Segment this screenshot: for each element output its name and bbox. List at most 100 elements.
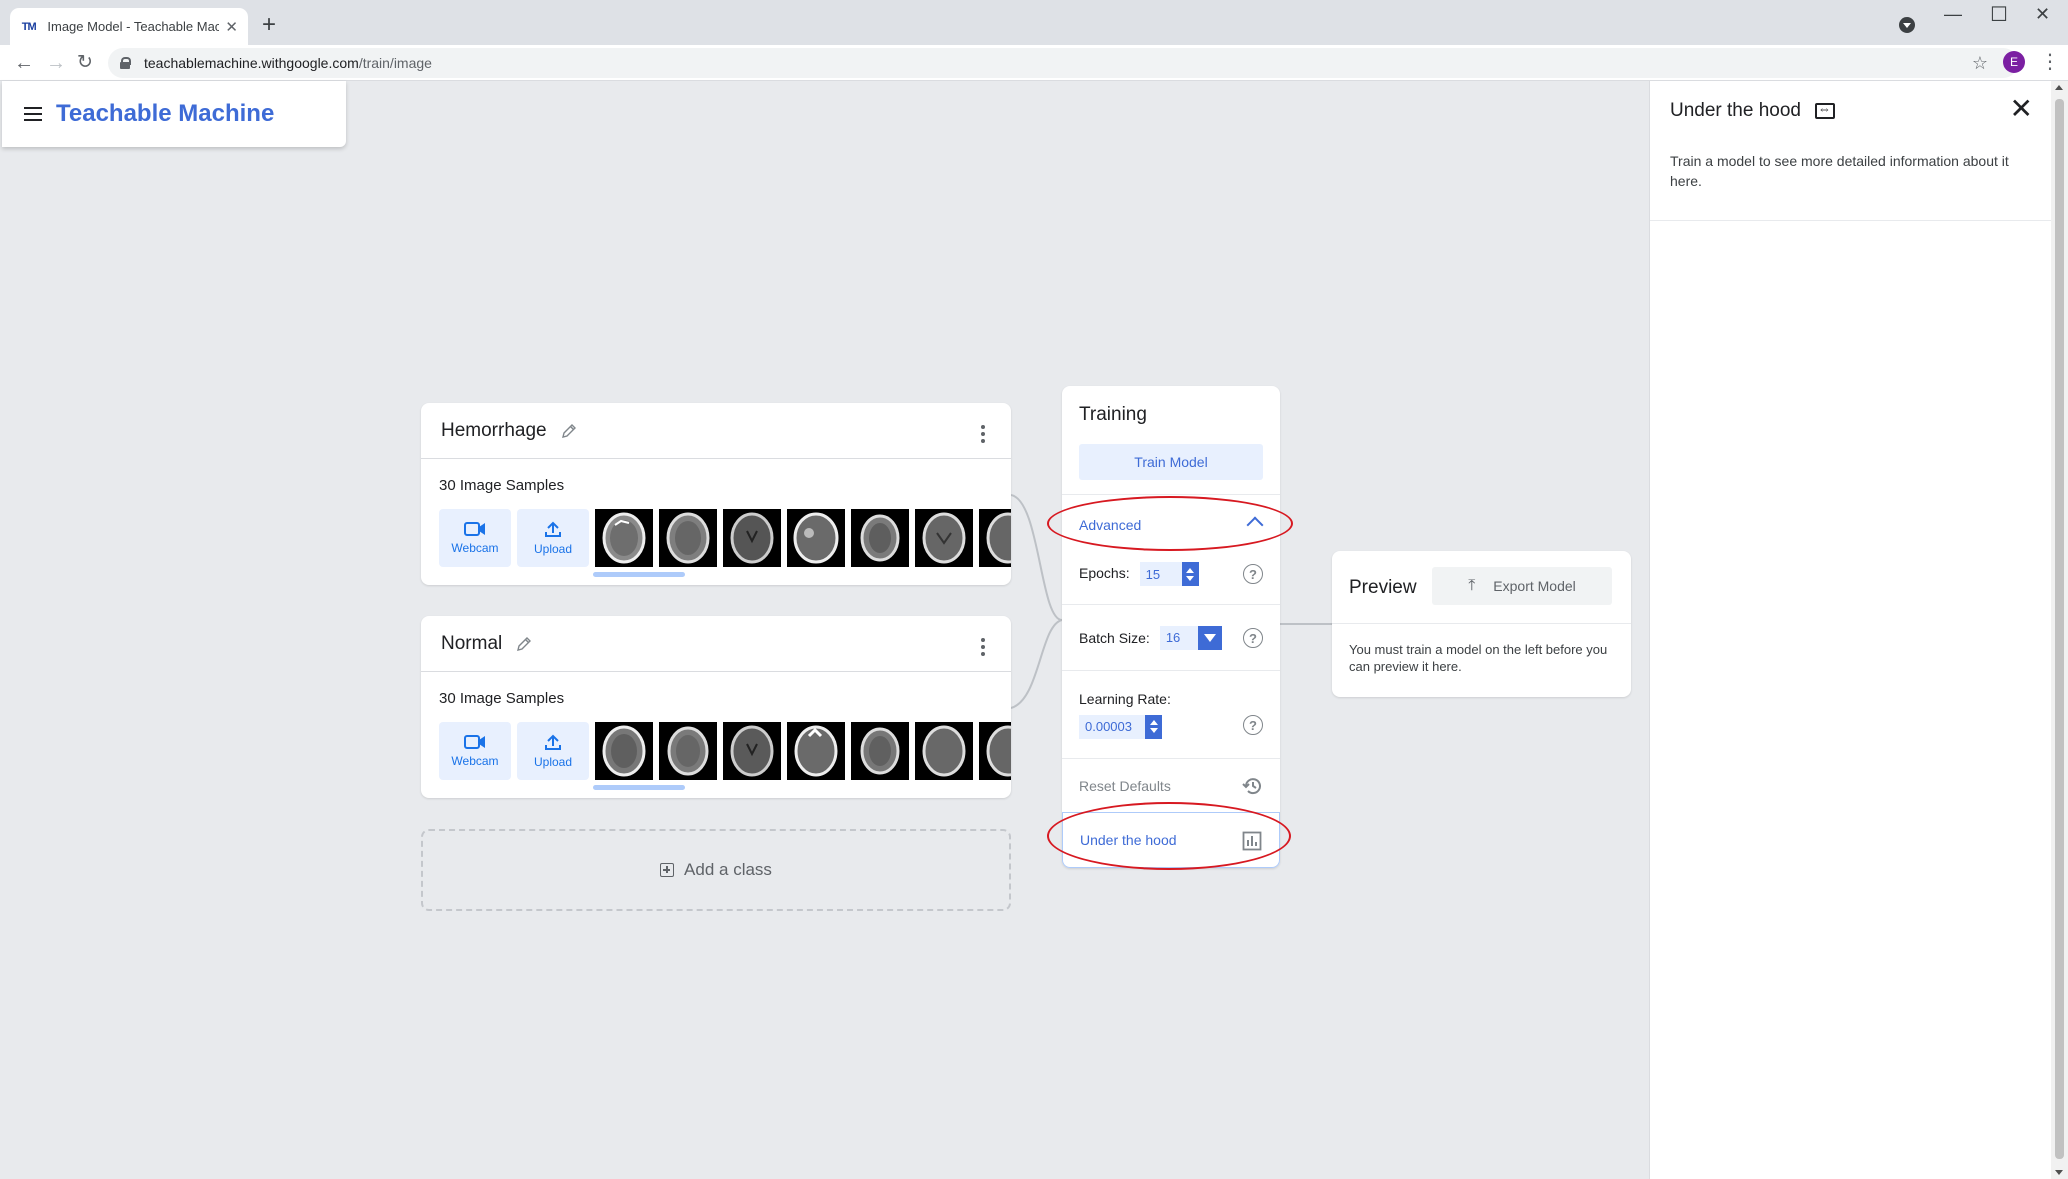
learning-rate-input[interactable]: 0.00003 bbox=[1079, 714, 1162, 739]
learning-rate-stepper[interactable] bbox=[1145, 714, 1162, 739]
webcam-button[interactable]: Webcam bbox=[439, 722, 511, 780]
advanced-toggle[interactable]: Advanced bbox=[1062, 494, 1280, 554]
browser-menu-icon[interactable]: ⋮ bbox=[2040, 49, 2060, 74]
sample-thumbnail[interactable] bbox=[851, 722, 909, 780]
new-tab-icon[interactable]: + bbox=[262, 13, 276, 37]
learning-rate-value[interactable]: 0.00003 bbox=[1079, 714, 1145, 739]
under-the-hood-button[interactable]: Under the hood bbox=[1062, 812, 1280, 868]
upload-label: Upload bbox=[533, 542, 573, 556]
class-name[interactable]: Hemorrhage bbox=[441, 420, 547, 442]
dropdown-arrow-icon[interactable] bbox=[1197, 625, 1222, 650]
stepper-down-icon[interactable] bbox=[1186, 575, 1195, 581]
back-icon[interactable]: ← bbox=[14, 49, 34, 77]
stepper-down-icon[interactable] bbox=[1149, 728, 1158, 733]
under-the-hood-label: Under the hood bbox=[1080, 832, 1177, 848]
tab-search-icon[interactable] bbox=[1899, 17, 1915, 33]
learning-rate-row: Learning Rate: 0.00003 ? bbox=[1062, 670, 1280, 758]
minimize-icon[interactable]: — bbox=[1944, 4, 1962, 25]
sample-thumbnail[interactable] bbox=[723, 509, 781, 567]
add-class-button[interactable]: Add a class bbox=[421, 829, 1011, 911]
browser-tab[interactable]: TM Image Model - Teachable Machi ✕ bbox=[10, 8, 248, 45]
export-model-label: Export Model bbox=[1493, 578, 1576, 594]
upload-icon bbox=[545, 521, 561, 537]
sample-thumbnail[interactable] bbox=[659, 509, 717, 567]
sample-thumbnail[interactable] bbox=[979, 722, 1011, 780]
add-class-label: Add a class bbox=[684, 860, 772, 879]
class-card-hemorrhage: Hemorrhage 30 Image Samples Webcam Uploa… bbox=[421, 403, 1011, 585]
forward-icon[interactable]: → bbox=[46, 49, 66, 77]
side-panel-title: Under the hood bbox=[1670, 100, 1801, 121]
sample-thumbnail[interactable] bbox=[979, 509, 1011, 567]
profile-avatar[interactable]: E bbox=[2003, 51, 2025, 73]
scroll-up-icon[interactable] bbox=[2055, 85, 2063, 90]
side-panel-message: Train a model to see more detailed infor… bbox=[1650, 141, 2051, 221]
tab-title: Image Model - Teachable Machi bbox=[47, 19, 220, 34]
tab-close-icon[interactable]: ✕ bbox=[225, 18, 238, 36]
sample-thumbnail[interactable] bbox=[595, 722, 653, 780]
class-options-icon[interactable] bbox=[981, 425, 985, 443]
train-model-button[interactable]: Train Model bbox=[1079, 444, 1263, 480]
sample-count: 30 Image Samples bbox=[439, 477, 565, 494]
sample-thumbnail[interactable] bbox=[595, 509, 653, 567]
upload-icon bbox=[545, 734, 561, 750]
scroll-down-icon[interactable] bbox=[2055, 1170, 2063, 1175]
bar-chart-icon bbox=[1242, 831, 1262, 851]
webcam-icon bbox=[464, 735, 485, 749]
sample-thumbnail[interactable] bbox=[915, 722, 973, 780]
class-options-icon[interactable] bbox=[981, 638, 985, 656]
batch-size-row: Batch Size: 16 ? bbox=[1062, 604, 1280, 670]
preview-title: Preview bbox=[1349, 577, 1417, 598]
under-the-hood-panel: Under the hood ✕ Train a model to see mo… bbox=[1649, 81, 2051, 1179]
brand-title[interactable]: Teachable Machine bbox=[56, 100, 274, 128]
batch-size-value[interactable]: 16 bbox=[1159, 625, 1198, 650]
chevron-up-icon bbox=[1246, 516, 1264, 534]
epochs-value[interactable]: 15 bbox=[1139, 562, 1182, 586]
edit-pencil-icon[interactable] bbox=[561, 423, 577, 439]
sample-thumbnail[interactable] bbox=[723, 722, 781, 780]
expand-panel-icon[interactable] bbox=[1815, 101, 1835, 119]
sample-thumbnail[interactable] bbox=[915, 509, 973, 567]
sample-thumbnail[interactable] bbox=[851, 509, 909, 567]
samples-scrollbar[interactable] bbox=[593, 785, 685, 790]
reload-icon[interactable]: ↻ bbox=[77, 49, 93, 77]
sample-row: Webcam Upload bbox=[439, 509, 1011, 567]
bookmark-star-icon[interactable]: ☆ bbox=[1972, 53, 1988, 74]
hamburger-menu-icon[interactable] bbox=[24, 107, 42, 121]
epochs-stepper[interactable] bbox=[1181, 562, 1199, 586]
webcam-button[interactable]: Webcam bbox=[439, 509, 511, 567]
epochs-row: Epochs: 15 ? bbox=[1062, 554, 1280, 604]
samples-scrollbar[interactable] bbox=[593, 572, 685, 577]
class-name[interactable]: Normal bbox=[441, 633, 502, 655]
stepper-up-icon[interactable] bbox=[1186, 567, 1195, 573]
url-path: /train/image bbox=[358, 55, 432, 71]
batch-size-help-icon[interactable]: ? bbox=[1243, 628, 1263, 648]
export-upload-icon: ⤒ bbox=[1468, 577, 1476, 594]
address-bar[interactable]: teachablemachine.withgoogle.com/train/im… bbox=[108, 48, 2018, 78]
upload-button[interactable]: Upload bbox=[517, 509, 589, 567]
scrollbar-thumb[interactable] bbox=[2055, 99, 2064, 1159]
sample-thumbnail[interactable] bbox=[787, 509, 845, 567]
learning-rate-help-icon[interactable]: ? bbox=[1243, 715, 1263, 735]
batch-size-label: Batch Size: bbox=[1079, 629, 1150, 646]
preview-divider bbox=[1332, 623, 1631, 624]
upload-button[interactable]: Upload bbox=[517, 722, 589, 780]
add-box-icon bbox=[660, 863, 675, 877]
reset-defaults-button[interactable]: Reset Defaults bbox=[1062, 758, 1280, 812]
window-close-icon[interactable]: ✕ bbox=[2035, 4, 2050, 25]
close-panel-icon[interactable]: ✕ bbox=[2010, 95, 2033, 123]
class-card-normal: Normal 30 Image Samples Webcam Upload bbox=[421, 616, 1011, 798]
maximize-icon[interactable]: ☐ bbox=[1990, 2, 2008, 27]
sample-thumbnail[interactable] bbox=[659, 722, 717, 780]
sample-count: 30 Image Samples bbox=[439, 690, 565, 707]
page-scrollbar[interactable] bbox=[2051, 81, 2068, 1179]
export-model-button[interactable]: ⤒ Export Model bbox=[1432, 567, 1612, 605]
edit-pencil-icon[interactable] bbox=[516, 636, 532, 652]
batch-size-select[interactable]: 16 bbox=[1159, 625, 1222, 650]
lock-icon bbox=[120, 57, 131, 69]
epochs-input[interactable]: 15 bbox=[1139, 562, 1199, 586]
browser-tabstrip: TM Image Model - Teachable Machi ✕ + — ☐… bbox=[0, 0, 2068, 45]
preview-message: You must train a model on the left befor… bbox=[1349, 642, 1608, 674]
epochs-help-icon[interactable]: ? bbox=[1243, 564, 1263, 584]
stepper-up-icon[interactable] bbox=[1149, 720, 1158, 725]
sample-thumbnail[interactable] bbox=[787, 722, 845, 780]
